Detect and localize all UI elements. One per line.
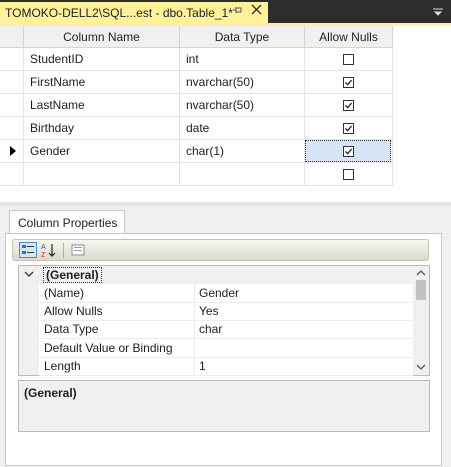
property-row[interactable]: Allow Nulls Yes xyxy=(19,302,413,322)
checkmark-icon xyxy=(345,79,353,86)
property-value[interactable]: Gender xyxy=(195,284,413,303)
row-selector[interactable] xyxy=(0,117,24,140)
header-data-type[interactable]: Data Type xyxy=(180,26,305,48)
grid-empty-area xyxy=(393,26,451,202)
data-type-cell[interactable]: nvarchar(50) xyxy=(180,71,305,94)
allow-nulls-checkbox[interactable] xyxy=(343,145,354,157)
property-row[interactable]: Default Value or Binding xyxy=(19,338,413,358)
property-pages-icon xyxy=(71,244,85,256)
checkmark-icon xyxy=(345,102,353,109)
column-name-cell[interactable]: LastName xyxy=(24,94,180,117)
table-row[interactable]: Birthday date xyxy=(0,117,393,140)
data-type-cell[interactable]: nvarchar(50) xyxy=(180,94,305,117)
property-value[interactable]: 1 xyxy=(195,357,413,376)
property-value[interactable]: char xyxy=(195,320,413,340)
allow-nulls-checkbox[interactable] xyxy=(343,99,354,111)
property-value[interactable]: Yes xyxy=(195,302,413,322)
header-column-name[interactable]: Column Name xyxy=(24,26,180,48)
allow-nulls-checkbox[interactable] xyxy=(343,168,354,180)
sort-alphabetical-icon: A Z xyxy=(41,244,56,259)
data-type-cell[interactable]: char(1) xyxy=(180,140,305,163)
property-name: Length xyxy=(39,356,195,376)
row-selector[interactable] xyxy=(0,94,24,117)
property-name: Data Type xyxy=(39,320,195,340)
table-row[interactable]: FirstName nvarchar(50) xyxy=(0,71,393,94)
document-tab-strip: TOMOKO-DELL2\SQL...est - dbo.Table_1* xyxy=(0,0,451,23)
data-type-cell[interactable]: int xyxy=(180,48,305,71)
allow-nulls-checkbox[interactable] xyxy=(343,76,354,88)
allow-nulls-cell xyxy=(305,117,393,140)
allow-nulls-cell xyxy=(305,94,393,117)
property-name: Allow Nulls xyxy=(39,302,195,322)
category-row-general[interactable]: (General) xyxy=(39,266,413,284)
scroll-up-icon[interactable] xyxy=(416,269,426,276)
document-tab[interactable]: TOMOKO-DELL2\SQL...est - dbo.Table_1* xyxy=(0,2,268,23)
data-type-cell[interactable] xyxy=(180,163,305,186)
description-panel: (General) xyxy=(18,380,430,432)
alphabetical-button[interactable]: A Z xyxy=(40,242,58,259)
column-grid: Column Name Data Type Allow Nulls Studen… xyxy=(0,26,451,202)
table-row[interactable]: LastName nvarchar(50) xyxy=(0,94,393,117)
column-name-cell[interactable]: StudentID xyxy=(24,48,180,71)
current-row-arrow-icon xyxy=(10,146,16,156)
tab-dropdown-icon[interactable] xyxy=(432,8,444,16)
column-properties-tab[interactable]: Column Properties xyxy=(9,210,125,234)
column-name-cell[interactable] xyxy=(24,163,180,186)
property-name: Default Value or Binding xyxy=(39,338,195,358)
close-icon[interactable] xyxy=(251,4,262,15)
allow-nulls-cell xyxy=(305,163,393,186)
column-name-cell[interactable]: Birthday xyxy=(24,117,180,140)
allow-nulls-checkbox[interactable] xyxy=(343,53,354,65)
collapse-chevron-icon[interactable] xyxy=(24,271,34,277)
table-row[interactable]: StudentID int xyxy=(0,48,393,71)
properties-pane: Column Properties A Z (General) (Name) G… xyxy=(0,206,451,467)
table-row[interactable] xyxy=(0,163,393,186)
pin-icon[interactable] xyxy=(233,5,243,15)
row-header-corner xyxy=(0,26,24,48)
description-title: (General) xyxy=(24,386,77,400)
allow-nulls-cell xyxy=(305,71,393,94)
checkmark-icon xyxy=(345,148,353,155)
property-grid-scrollbar[interactable] xyxy=(413,266,429,375)
properties-toolbar: A Z xyxy=(12,239,429,261)
column-name-cell[interactable]: Gender xyxy=(24,140,180,163)
categorized-icon xyxy=(22,245,34,254)
property-value[interactable] xyxy=(195,339,413,358)
property-row[interactable]: Length 1 xyxy=(19,356,413,376)
categorized-button[interactable] xyxy=(19,242,37,258)
property-grid: (General) (Name) Gender Allow Nulls Yes Data… xyxy=(18,265,430,376)
property-pages-button[interactable] xyxy=(69,242,87,258)
property-name: (Name) xyxy=(39,284,195,303)
svg-text:Z: Z xyxy=(41,252,46,258)
header-allow-nulls[interactable]: Allow Nulls xyxy=(305,26,393,48)
toolbar-separator xyxy=(63,243,64,258)
column-name-cell[interactable]: FirstName xyxy=(24,71,180,94)
property-row[interactable]: (Name) Gender xyxy=(19,284,413,303)
document-tab-title: TOMOKO-DELL2\SQL...est - dbo.Table_1* xyxy=(5,5,233,20)
scroll-down-icon[interactable] xyxy=(416,364,426,371)
table-row[interactable]: Gender char(1) xyxy=(0,140,393,163)
row-selector[interactable] xyxy=(0,163,24,186)
allow-nulls-cell xyxy=(305,140,393,163)
row-selector[interactable] xyxy=(0,71,24,94)
allow-nulls-checkbox[interactable] xyxy=(343,122,354,134)
scroll-thumb[interactable] xyxy=(416,280,426,300)
category-label: (General) xyxy=(43,267,102,283)
column-properties-tab-label: Column Properties xyxy=(18,215,118,230)
checkmark-icon xyxy=(345,125,353,132)
allow-nulls-cell xyxy=(305,48,393,71)
data-type-cell[interactable]: date xyxy=(180,117,305,140)
svg-text:A: A xyxy=(41,244,46,251)
property-row[interactable]: Data Type char xyxy=(19,320,413,340)
row-selector[interactable] xyxy=(0,48,24,71)
